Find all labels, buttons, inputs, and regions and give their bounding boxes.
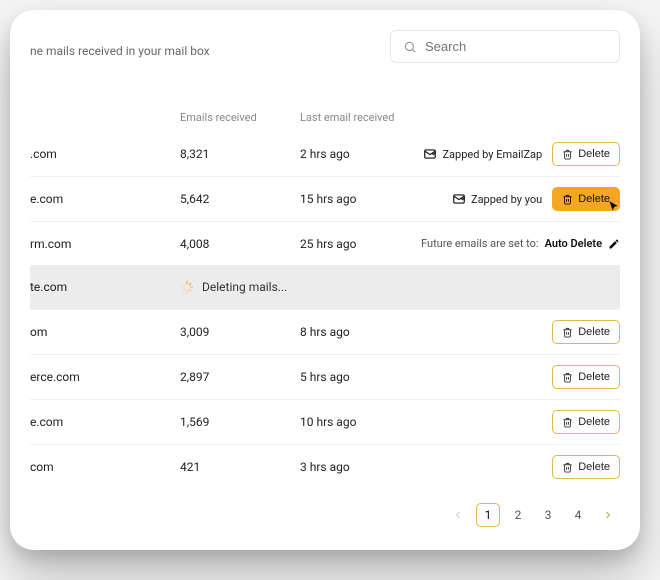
table-row: erce.com 2,897 5 hrs ago Delete [30, 354, 620, 399]
table-row: .com 8,321 2 hrs ago Zapped by EmailZap … [30, 132, 620, 176]
count-cell: 3,009 [180, 325, 300, 339]
domain-cell: e.com [30, 192, 180, 206]
subtitle: ne mails received in your mail box [30, 44, 210, 58]
count-cell: 2,897 [180, 370, 300, 384]
main-card: ne mails received in your mail box Email… [10, 10, 640, 550]
trash-icon [562, 327, 573, 338]
zap-label: Zapped by EmailZap [423, 147, 542, 161]
actions-cell: Delete [552, 320, 620, 344]
deleting-inner: Deleting mails... [180, 280, 620, 294]
domain-cell: rm.com [30, 237, 180, 251]
time-cell: 2 hrs ago [300, 147, 423, 161]
table-row-deleting: te.com Deleting mails... [30, 265, 620, 309]
actions-cell: Delete [552, 365, 620, 389]
page-next[interactable] [596, 503, 620, 527]
count-cell: 5,642 [180, 192, 300, 206]
search-icon [403, 40, 417, 54]
domain-cell: e.com [30, 415, 180, 429]
trash-icon [562, 194, 573, 205]
search-box[interactable] [390, 30, 620, 63]
delete-button[interactable]: Delete [552, 455, 620, 479]
time-cell: 15 hrs ago [300, 192, 452, 206]
delete-button[interactable]: Delete [552, 142, 620, 166]
table-row: om 3,009 8 hrs ago Delete [30, 309, 620, 354]
actions-cell: Zapped by EmailZap Delete [423, 142, 620, 166]
trash-icon [562, 372, 573, 383]
domain-cell: com [30, 460, 180, 474]
count-cell: 4,008 [180, 237, 300, 251]
time-cell: 10 hrs ago [300, 415, 552, 429]
table-row: com 421 3 hrs ago Delete [30, 444, 620, 489]
trash-icon [562, 149, 573, 160]
domain-cell: te.com [30, 280, 180, 294]
time-cell: 8 hrs ago [300, 325, 552, 339]
search-input[interactable] [425, 39, 607, 54]
domain-cell: .com [30, 147, 180, 161]
col-emails: Emails received [180, 111, 300, 124]
spinner-icon [180, 280, 194, 294]
cursor-icon [607, 200, 621, 214]
actions-cell: Future emails are set to: Auto Delete [421, 237, 620, 250]
mail-check-icon [423, 147, 437, 161]
chevron-right-icon [602, 509, 614, 521]
trash-icon [562, 462, 573, 473]
chevron-left-icon [452, 509, 464, 521]
zap-label: Zapped by you [452, 192, 542, 206]
time-cell: 3 hrs ago [300, 460, 552, 474]
page-number[interactable]: 1 [476, 503, 500, 527]
delete-button[interactable]: Delete [552, 410, 620, 434]
domain-cell: erce.com [30, 370, 180, 384]
header-left: ne mails received in your mail box [30, 36, 210, 58]
col-last: Last email received [300, 111, 420, 124]
count-cell: 8,321 [180, 147, 300, 161]
edit-icon[interactable] [608, 238, 620, 250]
table-row: e.com 1,569 10 hrs ago Delete [30, 399, 620, 444]
future-status: Future emails are set to: Auto Delete [421, 237, 620, 250]
trash-icon [562, 417, 573, 428]
page-number[interactable]: 2 [506, 503, 530, 527]
mail-check-icon [452, 192, 466, 206]
time-cell: 25 hrs ago [300, 237, 421, 251]
page-prev[interactable] [446, 503, 470, 527]
page-number[interactable]: 4 [566, 503, 590, 527]
actions-cell: Delete [552, 455, 620, 479]
count-cell: 421 [180, 460, 300, 474]
delete-button[interactable]: Delete [552, 320, 620, 344]
page-number[interactable]: 3 [536, 503, 560, 527]
actions-cell: Zapped by you Delete [452, 187, 620, 211]
delete-button[interactable]: Delete [552, 365, 620, 389]
delete-button[interactable]: Delete [552, 187, 620, 211]
pagination: 1 2 3 4 [30, 503, 620, 527]
count-cell: 1,569 [180, 415, 300, 429]
time-cell: 5 hrs ago [300, 370, 552, 384]
table-row: e.com 5,642 15 hrs ago Zapped by you Del… [30, 176, 620, 221]
actions-cell: Delete [552, 410, 620, 434]
domain-cell: om [30, 325, 180, 339]
table-header: Emails received Last email received [30, 103, 620, 132]
table-row: rm.com 4,008 25 hrs ago Future emails ar… [30, 221, 620, 265]
topbar: ne mails received in your mail box [30, 30, 620, 63]
